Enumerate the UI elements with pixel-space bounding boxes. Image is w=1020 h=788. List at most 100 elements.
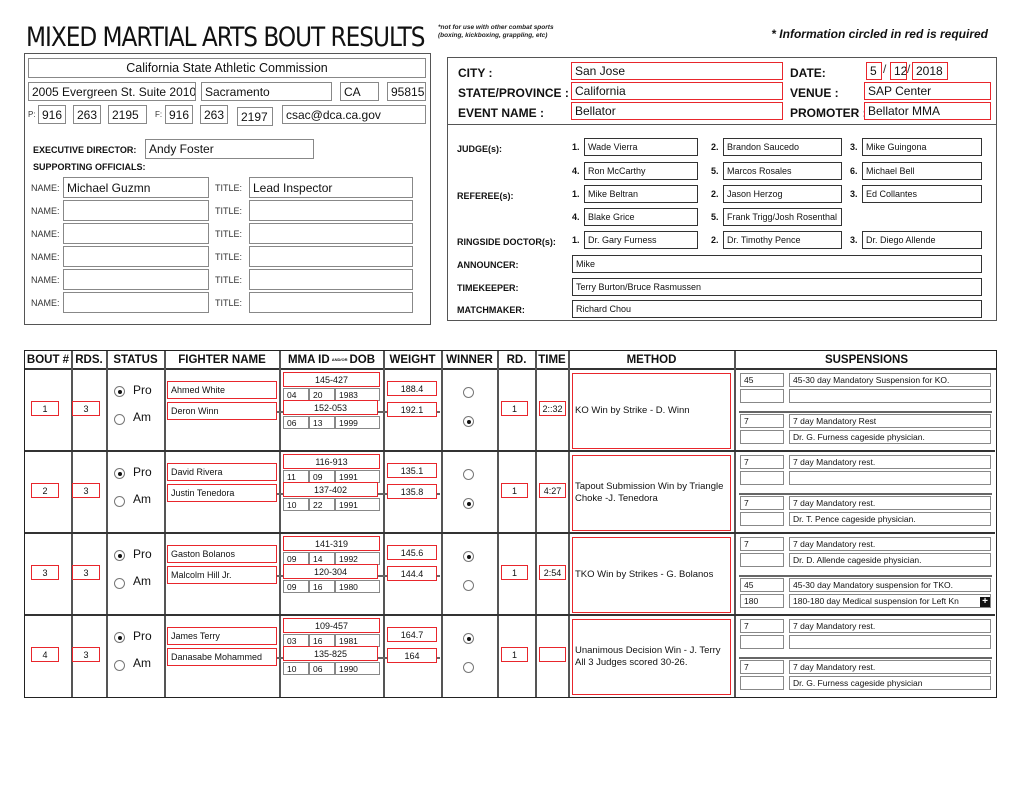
dob-month-field[interactable]: 06 <box>283 416 309 429</box>
weight-field[interactable]: 164.7 <box>387 627 437 642</box>
mma-id-field[interactable]: 135-825 <box>283 646 378 661</box>
address-field[interactable]: 2005 Evergreen St. Suite 2010 <box>28 82 196 101</box>
judge-field[interactable]: Brandon Saucedo <box>723 138 842 156</box>
bout-number-field[interactable]: 4 <box>31 647 59 662</box>
judge-field[interactable]: Wade Vierra <box>584 138 698 156</box>
fighter-name-field[interactable]: Ahmed White <box>167 381 277 399</box>
promoter-field[interactable]: Bellator MMA <box>864 102 991 120</box>
mma-id-field[interactable]: 145-427 <box>283 372 380 387</box>
suspension-notes-field[interactable]: 45-30 day Mandatory Suspension for KO. <box>789 373 991 387</box>
dob-month-field[interactable]: 10 <box>283 662 309 675</box>
referee-field[interactable]: Mike Beltran <box>584 185 698 203</box>
round-field[interactable]: 1 <box>501 401 528 416</box>
round-field[interactable]: 1 <box>501 565 528 580</box>
event-name-field[interactable]: Bellator <box>571 102 783 120</box>
official-name-field[interactable] <box>63 200 209 221</box>
city-field[interactable]: San Jose <box>571 62 783 80</box>
suspension-days-field[interactable]: 7 <box>740 496 784 510</box>
official-title-field[interactable] <box>249 223 413 244</box>
status-pro-radio[interactable] <box>114 468 125 479</box>
suspension-days-field[interactable] <box>740 512 784 526</box>
suspension-notes-field[interactable]: Dr. G. Furness cageside physician <box>789 676 991 690</box>
weight-field[interactable]: 145.6 <box>387 545 437 560</box>
judge-field[interactable]: Michael Bell <box>862 162 982 180</box>
rounds-field[interactable]: 3 <box>72 483 100 498</box>
suspension-notes-field[interactable]: 7 day Mandatory Rest <box>789 414 991 428</box>
judge-field[interactable]: Marcos Rosales <box>723 162 842 180</box>
doctor-field[interactable]: Dr. Gary Furness <box>584 231 698 249</box>
matchmaker-field[interactable]: Richard Chou <box>572 300 982 318</box>
status-pro-radio[interactable] <box>114 632 125 643</box>
executive-director-field[interactable]: Andy Foster <box>145 139 314 159</box>
suspension-notes-field[interactable] <box>789 389 991 403</box>
status-am-radio[interactable] <box>114 578 125 589</box>
date-day-field[interactable]: 12 <box>890 62 907 80</box>
winner-radio[interactable] <box>463 498 474 509</box>
state-field[interactable]: California <box>571 82 783 100</box>
suspension-days-field[interactable] <box>740 389 784 403</box>
suspension-notes-field[interactable]: 7 day Mandatory rest. <box>789 660 991 674</box>
date-year-field[interactable]: 2018 <box>912 62 948 80</box>
method-field[interactable]: TKO Win by Strikes - G. Bolanos <box>572 537 731 613</box>
dob-month-field[interactable]: 10 <box>283 498 309 511</box>
suspension-days-field[interactable]: 180 <box>740 594 784 608</box>
phone-line-field[interactable]: 2195 <box>108 105 147 124</box>
suspension-days-field[interactable]: 7 <box>740 455 784 469</box>
official-name-field[interactable] <box>63 246 209 267</box>
official-name-field[interactable] <box>63 223 209 244</box>
doctor-field[interactable]: Dr. Timothy Pence <box>723 231 842 249</box>
dob-day-field[interactable]: 06 <box>309 662 335 675</box>
commission-state-field[interactable]: CA <box>340 82 379 101</box>
official-title-field[interactable] <box>249 246 413 267</box>
dob-month-field[interactable]: 09 <box>283 580 309 593</box>
mma-id-field[interactable]: 120-304 <box>283 564 378 579</box>
mma-id-field[interactable]: 152-053 <box>283 400 378 415</box>
dob-year-field[interactable]: 1990 <box>335 662 380 675</box>
suspension-days-field[interactable]: 45 <box>740 578 784 592</box>
suspension-notes-field[interactable]: 180-180 day Medical suspension for Left … <box>789 594 991 608</box>
phone-area-field[interactable]: 916 <box>38 105 66 124</box>
rounds-field[interactable]: 3 <box>72 647 100 662</box>
judge-field[interactable]: Mike Guingona <box>862 138 982 156</box>
official-name-field[interactable]: Michael Guzmn <box>63 177 209 198</box>
rounds-field[interactable]: 3 <box>72 401 100 416</box>
fax-prefix-field[interactable]: 263 <box>200 105 228 124</box>
suspension-days-field[interactable]: 7 <box>740 414 784 428</box>
suspension-days-field[interactable] <box>740 676 784 690</box>
status-pro-radio[interactable] <box>114 550 125 561</box>
winner-radio[interactable] <box>463 662 474 673</box>
winner-radio[interactable] <box>463 551 474 562</box>
official-name-field[interactable] <box>63 269 209 290</box>
date-month-field[interactable]: 5 <box>866 62 882 80</box>
mma-id-field[interactable]: 141-319 <box>283 536 380 551</box>
rounds-field[interactable]: 3 <box>72 565 100 580</box>
fighter-name-field[interactable]: Deron Winn <box>167 402 277 420</box>
status-am-radio[interactable] <box>114 414 125 425</box>
mma-id-field[interactable]: 116-913 <box>283 454 380 469</box>
suspension-days-field[interactable] <box>740 430 784 444</box>
referee-field[interactable]: Jason Herzog <box>723 185 842 203</box>
winner-radio[interactable] <box>463 469 474 480</box>
winner-radio[interactable] <box>463 387 474 398</box>
timekeeper-field[interactable]: Terry Burton/Bruce Rasmussen <box>572 278 982 296</box>
suspension-notes-field[interactable]: 7 day Mandatory rest. <box>789 619 991 633</box>
dob-day-field[interactable]: 16 <box>309 580 335 593</box>
bout-number-field[interactable]: 3 <box>31 565 59 580</box>
weight-field[interactable]: 164 <box>387 648 437 663</box>
referee-field[interactable]: Blake Grice <box>584 208 698 226</box>
winner-radio[interactable] <box>463 416 474 427</box>
suspension-days-field[interactable] <box>740 635 784 649</box>
suspension-notes-field[interactable] <box>789 471 991 485</box>
expand-icon[interactable]: + <box>980 597 990 607</box>
official-title-field[interactable] <box>249 292 413 313</box>
fighter-name-field[interactable]: Justin Tenedora <box>167 484 277 502</box>
commission-city-field[interactable]: Sacramento <box>201 82 332 101</box>
suspension-notes-field[interactable]: 7 day Mandatory rest. <box>789 537 991 551</box>
email-field[interactable]: csac@dca.ca.gov <box>282 105 426 124</box>
venue-field[interactable]: SAP Center <box>864 82 991 100</box>
weight-field[interactable]: 135.1 <box>387 463 437 478</box>
suspension-days-field[interactable]: 7 <box>740 660 784 674</box>
doctor-field[interactable]: Dr. Diego Allende <box>862 231 982 249</box>
commission-zip-field[interactable]: 95815 <box>387 82 426 101</box>
fax-area-field[interactable]: 916 <box>165 105 193 124</box>
